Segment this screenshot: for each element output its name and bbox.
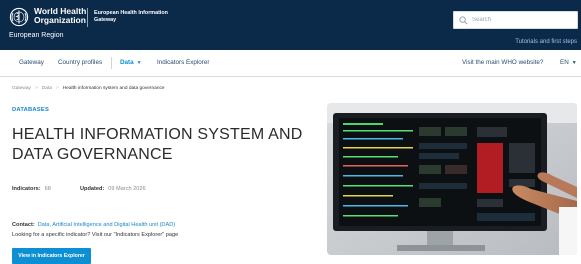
contact-link[interactable]: Data, Artificial Intelligence and Digita… <box>38 222 175 228</box>
nav-gateway[interactable]: Gateway <box>19 59 44 66</box>
contact-label: Contact: <box>12 222 35 228</box>
nav-data[interactable]: Data ▼ <box>120 59 142 66</box>
hero-monitor-image <box>327 103 577 255</box>
breadcrumb-separator: > <box>55 86 59 91</box>
nav-country-profiles[interactable]: Country profiles <box>58 59 102 66</box>
search-input[interactable] <box>469 12 574 28</box>
main-nav: Gateway Country profiles Data ▼ Indicator… <box>0 50 581 77</box>
gateway-name[interactable]: European Health Information Gateway <box>94 10 174 24</box>
breadcrumb-data[interactable]: Data <box>42 86 52 91</box>
nav-indicators-explorer[interactable]: Indicators Explorer <box>157 59 210 66</box>
breadcrumb-separator: > <box>34 86 38 91</box>
indicators-count: Indicators: 68 <box>12 186 51 192</box>
indicators-value: 68 <box>44 186 51 192</box>
language-label: EN <box>560 59 569 66</box>
caret-down-icon: ▼ <box>571 60 577 66</box>
nav-visit-who[interactable]: Visit the main WHO website? <box>462 59 543 66</box>
caret-down-icon: ▼ <box>136 60 142 66</box>
updated-date: Updated: 09 March 2026 <box>80 186 146 192</box>
region-name: European Region <box>9 32 64 39</box>
contact-line: Contact: Data, Artificial Intelligence an… <box>12 222 175 228</box>
nav-data-label: Data <box>120 59 134 66</box>
org-name[interactable]: World Health Organization <box>34 7 90 25</box>
breadcrumb-current: Health information system and data gover… <box>62 86 165 91</box>
updated-value: 09 March 2026 <box>108 186 146 192</box>
nav-divider <box>111 57 112 69</box>
view-in-explorer-button[interactable]: View in Indicators Explorer <box>12 248 91 264</box>
breadcrumb-gateway[interactable]: Gateway <box>12 86 31 91</box>
indicators-label: Indicators: <box>12 186 41 192</box>
who-emblem-icon[interactable] <box>9 7 29 27</box>
section-label[interactable]: DATABASES <box>12 107 49 113</box>
updated-label: Updated: <box>80 186 105 192</box>
tutorials-link[interactable]: Tutorials and first steps <box>515 39 577 45</box>
language-selector[interactable]: EN ▼ <box>560 59 577 66</box>
search-icon[interactable] <box>459 16 468 25</box>
site-header: World Health Organization European Healt… <box>0 0 581 50</box>
page-title: HEALTH INFORMATION SYSTEM AND DATA GOVER… <box>12 126 303 163</box>
explorer-hint: Looking for a specific indicator? Visit … <box>12 232 179 238</box>
breadcrumb: Gateway > Data > Health information system a… <box>12 86 165 91</box>
header-divider <box>87 8 88 27</box>
search-box[interactable] <box>453 11 578 29</box>
